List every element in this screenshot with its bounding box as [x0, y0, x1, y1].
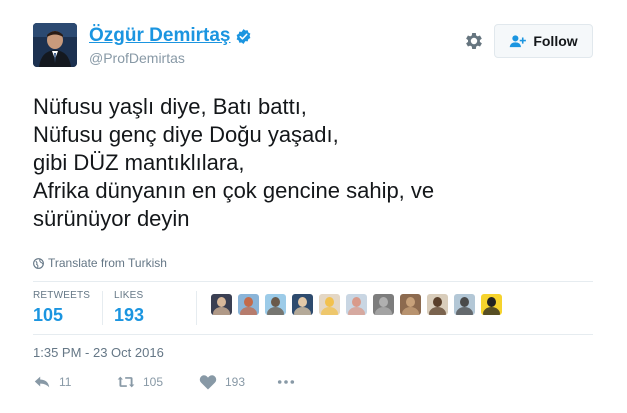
- globe-icon: [33, 257, 44, 269]
- like-button[interactable]: 193: [199, 374, 277, 390]
- add-user-icon: [510, 35, 527, 48]
- more-button[interactable]: [277, 374, 295, 390]
- liker-avatar[interactable]: [265, 294, 286, 315]
- stat-divider: [102, 291, 103, 325]
- follow-button[interactable]: Follow: [494, 24, 593, 58]
- author-info: Özgür Demirtaş @ProfDemirtas: [89, 25, 252, 66]
- liker-avatar[interactable]: [292, 294, 313, 315]
- tweet-text: Nüfusu yaşlı diye, Batı battı, Nüfusu ge…: [33, 94, 435, 231]
- divider: [33, 334, 593, 335]
- reply-button[interactable]: 11: [33, 374, 117, 390]
- retweets-label: RETWEETS: [33, 290, 91, 301]
- gear-icon[interactable]: [463, 30, 485, 52]
- liker-avatar[interactable]: [319, 294, 340, 315]
- liker-avatar[interactable]: [211, 294, 232, 315]
- likes-count[interactable]: 193: [114, 305, 144, 325]
- retweet-count: 105: [143, 375, 164, 389]
- liker-avatar[interactable]: [427, 294, 448, 315]
- tweet-timestamp[interactable]: 1:35 PM - 23 Oct 2016: [33, 345, 164, 360]
- reply-icon: [34, 376, 50, 388]
- liker-avatar[interactable]: [238, 294, 259, 315]
- tweet-actions: 11 105 193: [33, 374, 295, 390]
- divider: [33, 281, 593, 282]
- retweets-stat[interactable]: RETWEETS 105: [33, 290, 90, 325]
- author-name-row: Özgür Demirtaş: [89, 25, 252, 47]
- stat-divider: [196, 291, 197, 325]
- verified-badge-icon: [235, 28, 252, 45]
- avatar[interactable]: [33, 23, 77, 67]
- liker-avatar[interactable]: [346, 294, 367, 315]
- translate-label: Translate from Turkish: [48, 256, 167, 270]
- liker-avatar[interactable]: [454, 294, 475, 315]
- likes-label: LIKES: [114, 290, 144, 301]
- liker-avatar[interactable]: [481, 294, 502, 315]
- liker-avatar[interactable]: [373, 294, 394, 315]
- reply-count: 11: [59, 375, 72, 389]
- author-handle[interactable]: @ProfDemirtas: [89, 50, 252, 66]
- retweet-icon: [117, 376, 135, 388]
- retweet-button[interactable]: 105: [117, 374, 199, 390]
- more-dots-icon: [277, 380, 295, 384]
- author-display-name[interactable]: Özgür Demirtaş: [89, 25, 230, 47]
- heart-icon: [199, 375, 217, 390]
- like-count: 193: [225, 375, 246, 389]
- follow-button-label: Follow: [533, 33, 578, 49]
- liker-avatars: [211, 294, 502, 315]
- likes-stat[interactable]: LIKES 193: [114, 290, 144, 325]
- liker-avatar[interactable]: [400, 294, 421, 315]
- retweets-count[interactable]: 105: [33, 305, 90, 325]
- translate-link[interactable]: Translate from Turkish: [33, 256, 167, 270]
